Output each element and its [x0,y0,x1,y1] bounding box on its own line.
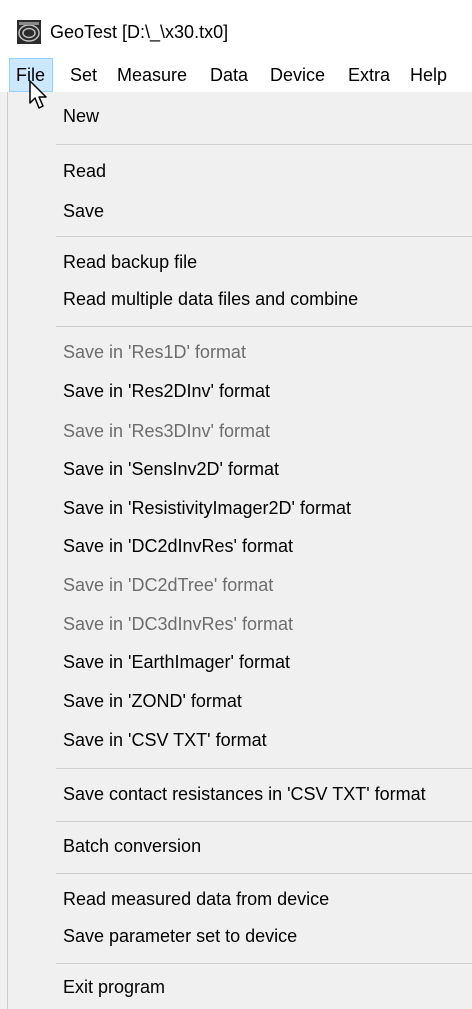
menu-separator [56,236,472,237]
menu-separator [56,144,472,145]
menu-item-save-res2dinv[interactable]: Save in 'Res2DInv' format [63,373,270,409]
menu-item-save-res3dinv: Save in 'Res3DInv' format [63,421,270,441]
menu-item-batch-conversion[interactable]: Batch conversion [63,828,201,864]
menu-separator [56,768,472,769]
file-menu-dropdown: New Read Save Read backup file Read mult… [7,92,472,1009]
menu-item-save-dc3dinvres: Save in 'DC3dInvRes' format [63,614,293,634]
menu-item-read-multiple[interactable]: Read multiple data files and combine [63,281,358,317]
menu-item-save[interactable]: Save [63,193,104,229]
menu-bar: File Set Measure Data Device Extra Help [0,58,472,92]
title-bar: GeoTest [D:\_\x30.tx0] [0,0,472,58]
menu-measure[interactable]: Measure [117,58,187,92]
menu-item-save-parameter-set[interactable]: Save parameter set to device [63,918,297,954]
menu-item-read-measured-data[interactable]: Read measured data from device [63,881,329,917]
menu-item-save-sensinv2d[interactable]: Save in 'SensInv2D' format [63,451,279,487]
menu-device[interactable]: Device [270,58,325,92]
menu-item-save-contact-resistances[interactable]: Save contact resistances in 'CSV TXT' fo… [63,776,426,812]
menu-extra[interactable]: Extra [348,58,390,92]
menu-item-save-zond[interactable]: Save in 'ZOND' format [63,683,242,719]
menu-item-read-backup[interactable]: Read backup file [63,244,197,280]
menu-item-save-dc2dtree: Save in 'DC2dTree' format [63,575,274,595]
menu-help[interactable]: Help [410,58,447,92]
geotest-app-icon [17,20,41,44]
window-title: GeoTest [D:\_\x30.tx0] [50,22,229,42]
menu-separator [56,873,472,874]
menu-item-read[interactable]: Read [63,153,106,189]
menu-data[interactable]: Data [210,58,248,92]
menu-item-save-dc2dinvres[interactable]: Save in 'DC2dInvRes' format [63,528,293,564]
menu-set[interactable]: Set [70,58,97,92]
menu-separator [56,963,472,964]
mouse-pointer-icon [29,80,47,109]
menu-item-save-csv-txt[interactable]: Save in 'CSV TXT' format [63,722,267,758]
menu-item-exit-program[interactable]: Exit program [63,969,165,1005]
menu-separator [56,326,472,327]
menu-item-new[interactable]: New [63,98,99,134]
menu-item-save-res1d: Save in 'Res1D' format [63,342,246,362]
menu-item-save-earthimager[interactable]: Save in 'EarthImager' format [63,644,290,680]
menu-item-save-resistivityimager2d[interactable]: Save in 'ResistivityImager2D' format [63,490,351,526]
menu-separator [56,821,472,822]
